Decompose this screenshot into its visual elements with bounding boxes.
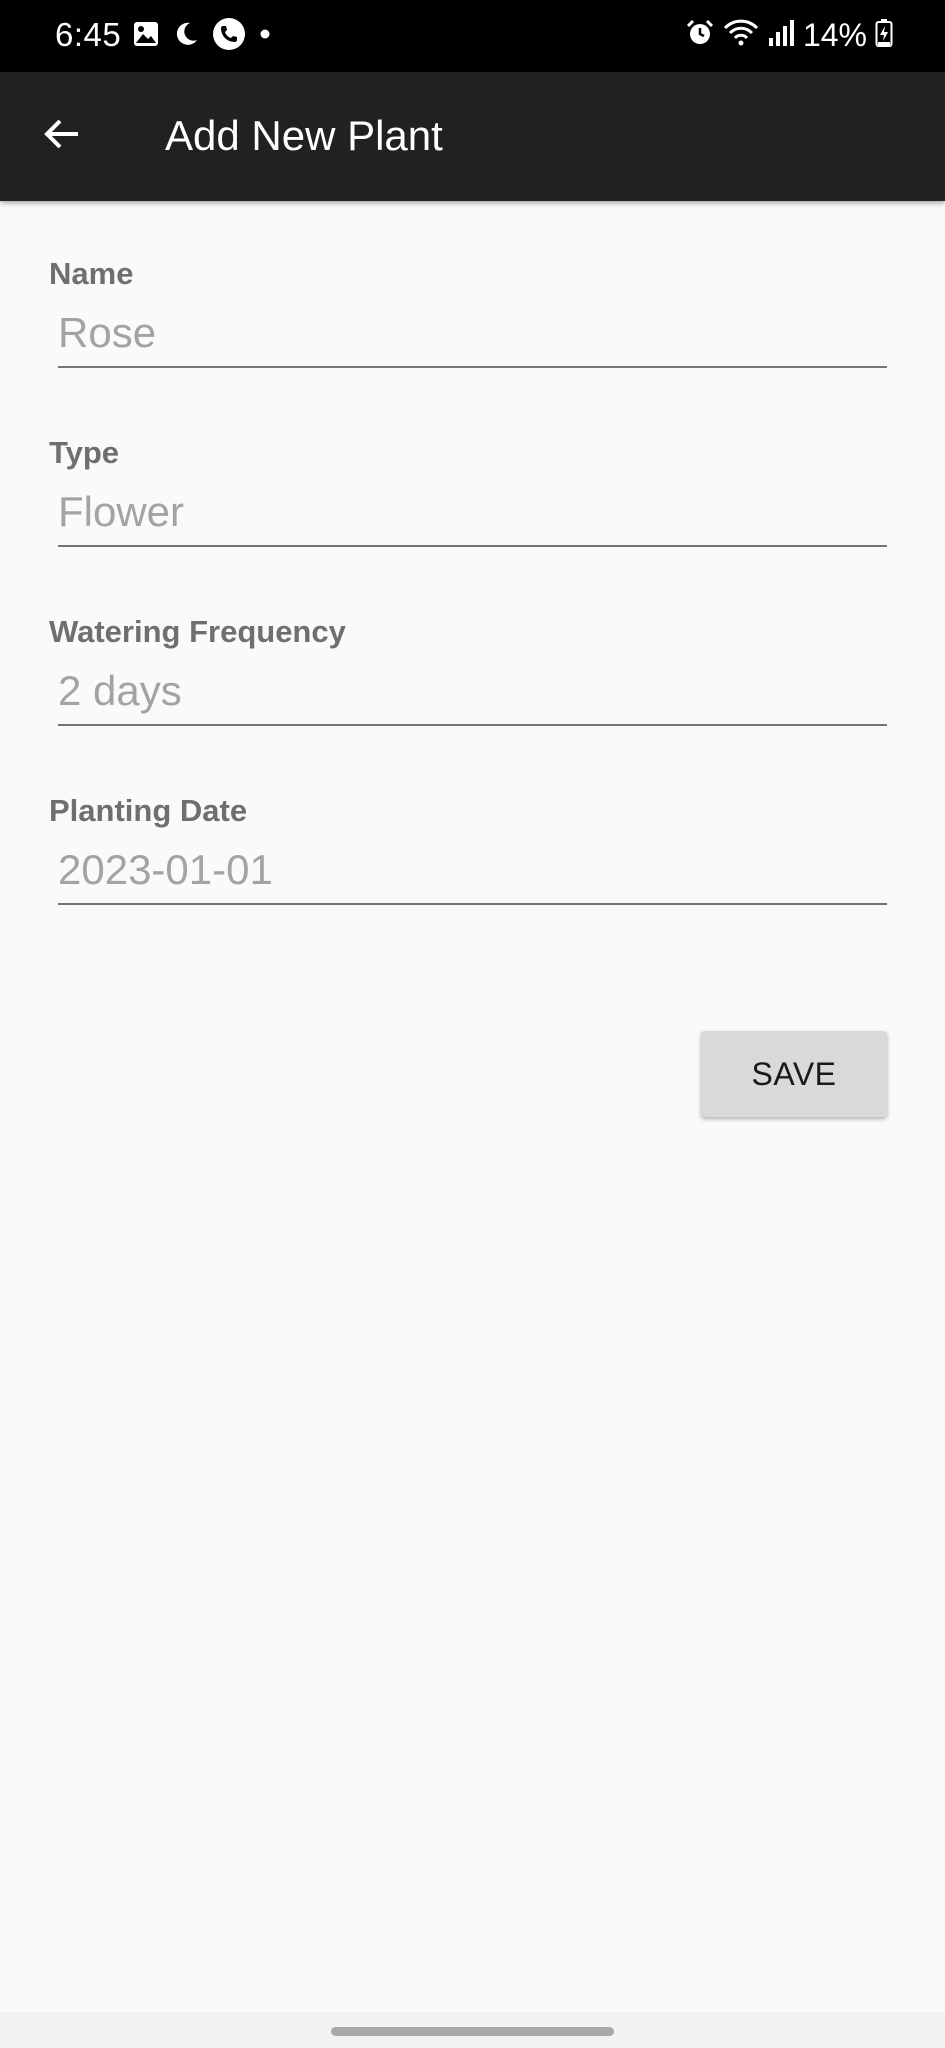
planting-date-label: Planting Date [49,793,248,828]
moon-icon [172,20,200,53]
save-button[interactable]: SAVE [701,1031,887,1117]
signal-icon [767,18,795,53]
status-bar: 6:45 14% [0,0,945,72]
battery-charging-icon [875,18,893,53]
dot-icon [258,27,272,46]
planting-date-input[interactable] [58,837,887,905]
back-button[interactable] [22,96,102,176]
status-right-icons: 14% [685,14,893,56]
status-time: 6:45 [55,16,122,53]
alarm-icon [685,18,715,53]
gallery-icon [132,20,160,53]
watering-frequency-input[interactable] [58,658,887,726]
battery-percent: 14% [802,17,867,53]
gesture-handle[interactable] [331,2027,614,2036]
page-title: Add New Plant [165,112,443,159]
wifi-icon [723,18,759,53]
app-bar: Add New Plant [0,72,945,201]
status-left-icons [132,17,272,56]
name-input[interactable] [58,300,887,368]
watering-frequency-label: Watering Frequency [49,614,346,649]
type-label: Type [49,435,120,470]
arrow-back-icon [40,112,84,161]
navigation-bar [0,2012,945,2048]
type-input[interactable] [58,479,887,547]
phone-icon [212,17,246,56]
name-label: Name [49,256,134,291]
